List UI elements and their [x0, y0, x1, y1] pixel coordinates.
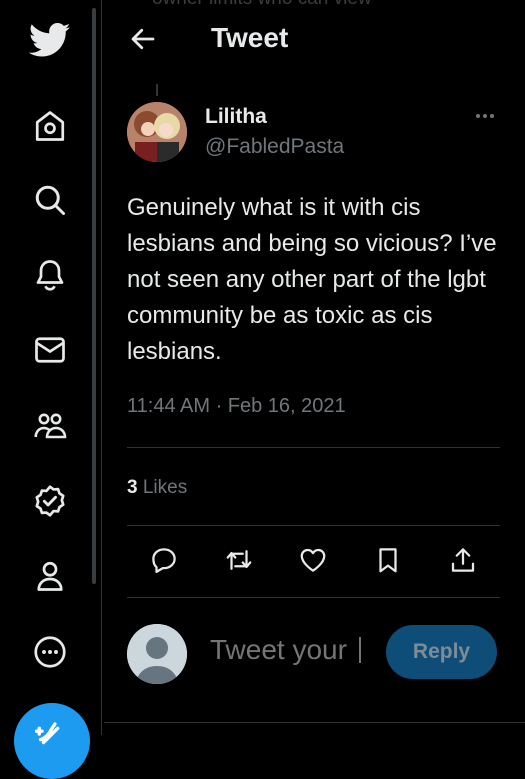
communities-icon[interactable] [26, 401, 74, 449]
tweet-more-button[interactable] [470, 104, 500, 128]
nav-scrollbar[interactable] [92, 8, 96, 584]
user-avatar[interactable] [127, 624, 187, 684]
left-nav [0, 0, 100, 779]
share-button[interactable] [446, 545, 480, 579]
notifications-icon[interactable] [26, 251, 74, 299]
share-icon [448, 545, 478, 580]
profile-icon[interactable] [26, 552, 74, 600]
retweet-icon [224, 545, 254, 580]
thread-connector [156, 84, 158, 96]
reply-button[interactable]: Reply [386, 625, 497, 679]
compose-button[interactable] [14, 703, 90, 779]
bookmark-button[interactable] [371, 545, 405, 579]
heart-icon [298, 545, 328, 580]
search-icon[interactable] [26, 176, 74, 224]
divider [127, 447, 500, 448]
tweet-timestamp[interactable]: 11:44 AM · Feb 16, 2021 [127, 395, 346, 418]
author-name[interactable]: Lilitha [205, 105, 267, 129]
verified-icon[interactable] [26, 477, 74, 525]
home-icon[interactable] [26, 102, 74, 150]
author-avatar[interactable] [127, 102, 187, 162]
messages-icon[interactable] [26, 326, 74, 374]
tweet-text: Genuinely what is it with cis lesbians a… [127, 194, 497, 365]
back-button[interactable] [128, 24, 158, 54]
page-header [104, 0, 525, 72]
likes-number: 3 [127, 477, 138, 498]
more-icon[interactable] [26, 628, 74, 676]
text-caret [359, 637, 361, 663]
page-title: Tweet [211, 22, 289, 53]
compose-icon [34, 717, 69, 779]
like-button[interactable] [296, 545, 330, 579]
likes-label: Likes [142, 477, 188, 498]
likes-count[interactable]: 3 Likes [127, 477, 187, 499]
divider [127, 525, 500, 526]
column-divider [101, 0, 102, 735]
reply-icon [149, 545, 179, 580]
twitter-logo-icon[interactable] [26, 16, 74, 64]
divider [127, 597, 500, 598]
back-arrow-icon [128, 28, 158, 58]
bookmark-icon [373, 545, 403, 580]
reply-action-button[interactable] [147, 545, 181, 579]
more-dots-icon [470, 114, 500, 132]
reply-input[interactable] [208, 633, 382, 667]
divider [104, 722, 525, 723]
retweet-button[interactable] [222, 545, 256, 579]
author-handle[interactable]: @FabledPasta [205, 135, 344, 159]
